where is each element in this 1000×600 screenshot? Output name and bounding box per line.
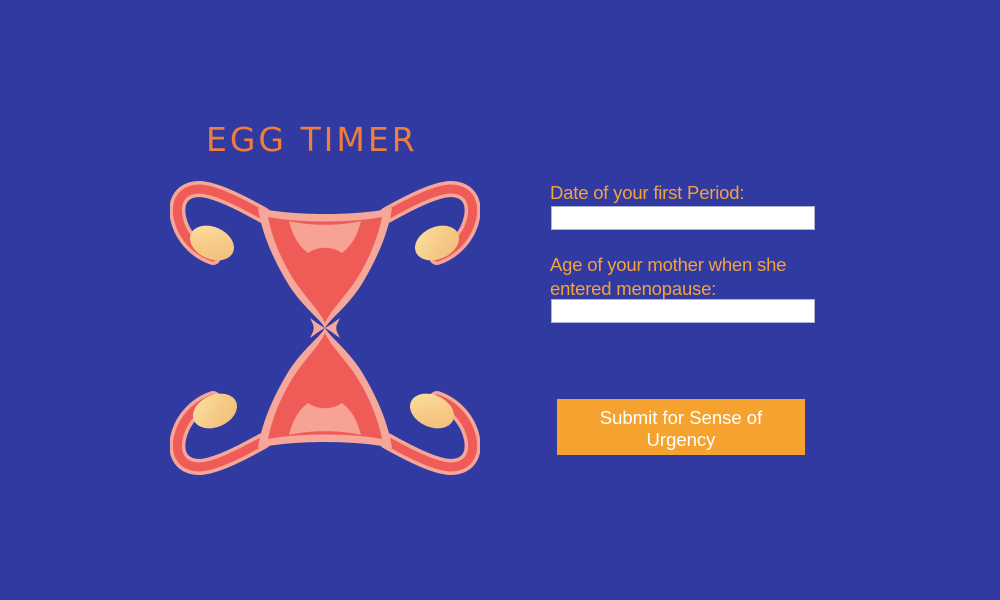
hourglass-body bbox=[258, 208, 392, 448]
mother-menopause-label: Age of your mother when she entered meno… bbox=[550, 253, 786, 301]
egg-timer-title: EGG TIMER bbox=[206, 120, 418, 159]
uterus-hourglass-icon bbox=[170, 178, 480, 478]
mother-menopause-age-input[interactable] bbox=[551, 299, 815, 323]
first-period-label: Date of your first Period: bbox=[550, 182, 745, 203]
first-period-input[interactable] bbox=[551, 206, 815, 230]
egg-timer-form: Date of your first Period: Age of your m… bbox=[550, 181, 830, 471]
submit-button-label: Submit for Sense of Urgency bbox=[599, 406, 763, 450]
mother-menopause-label-line-2: entered menopause: bbox=[550, 278, 717, 299]
submit-sense-of-urgency-button[interactable]: Submit for Sense of Urgency bbox=[557, 399, 805, 455]
mother-menopause-label-line-1: Age of your mother when she bbox=[550, 254, 787, 275]
